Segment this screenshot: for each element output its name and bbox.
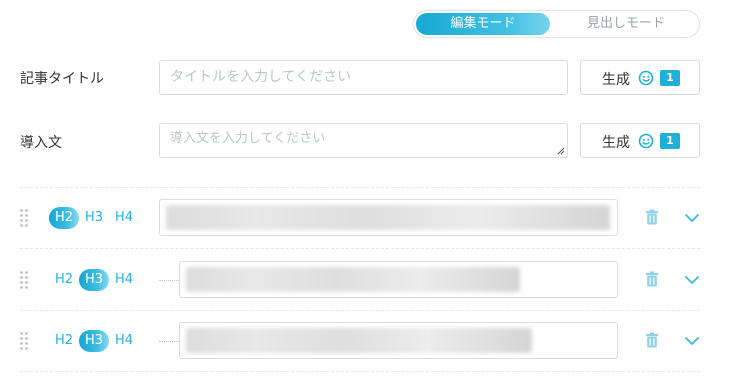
article-title-input[interactable]: タイトルを入力してください (159, 60, 568, 95)
intro-label: 導入文 (20, 135, 62, 151)
intro-placeholder: 導入文を入力してください (170, 131, 326, 146)
divider (20, 371, 700, 372)
drag-handle-icon[interactable] (19, 208, 29, 228)
level-h4-option[interactable]: H4 (112, 269, 136, 291)
drag-handle-icon[interactable] (19, 270, 29, 290)
heading-input[interactable] (179, 261, 618, 298)
generate-label: 生成 (602, 72, 630, 88)
mode-toggle: 編集モード 見出しモード (413, 10, 700, 38)
chevron-down-icon[interactable] (684, 336, 700, 346)
level-h2-option[interactable]: H2 (52, 269, 76, 291)
level-h3-option[interactable]: H3 (79, 269, 109, 291)
generate-intro-button[interactable]: 生成 1 (580, 123, 700, 158)
edit-mode-button[interactable]: 編集モード (416, 13, 550, 35)
heading-mode-button[interactable]: 見出しモード (554, 13, 698, 35)
divider (20, 310, 700, 311)
chevron-down-icon[interactable] (684, 275, 700, 285)
trash-icon[interactable] (645, 209, 659, 225)
level-h4-option[interactable]: H4 (112, 207, 136, 229)
redacted-heading-text (166, 205, 610, 230)
article-title-label: 記事タイトル (20, 71, 104, 87)
level-h2-option[interactable]: H2 (52, 330, 76, 352)
level-h4-option[interactable]: H4 (112, 330, 136, 352)
level-h2-option[interactable]: H2 (49, 207, 79, 229)
generate-label: 生成 (602, 135, 630, 151)
credit-badge: 1 (660, 133, 680, 149)
credit-badge: 1 (660, 70, 680, 86)
indent-connector (159, 341, 179, 342)
divider (20, 248, 700, 249)
drag-handle-icon[interactable] (19, 331, 29, 351)
level-h3-option[interactable]: H3 (79, 330, 109, 352)
generate-title-button[interactable]: 生成 1 (580, 60, 700, 95)
trash-icon[interactable] (645, 271, 659, 287)
indent-connector (159, 280, 179, 281)
level-h3-option[interactable]: H3 (82, 207, 106, 229)
chevron-down-icon[interactable] (684, 213, 700, 223)
redacted-heading-text (186, 328, 532, 353)
redacted-heading-text (186, 267, 520, 292)
intro-textarea[interactable]: 導入文を入力してください (159, 123, 568, 158)
divider (20, 187, 700, 188)
ai-face-icon (638, 133, 654, 149)
heading-input[interactable] (179, 322, 618, 359)
trash-icon[interactable] (645, 332, 659, 348)
ai-face-icon (638, 70, 654, 86)
heading-input[interactable] (159, 199, 618, 236)
resize-grip-icon[interactable] (557, 147, 565, 155)
